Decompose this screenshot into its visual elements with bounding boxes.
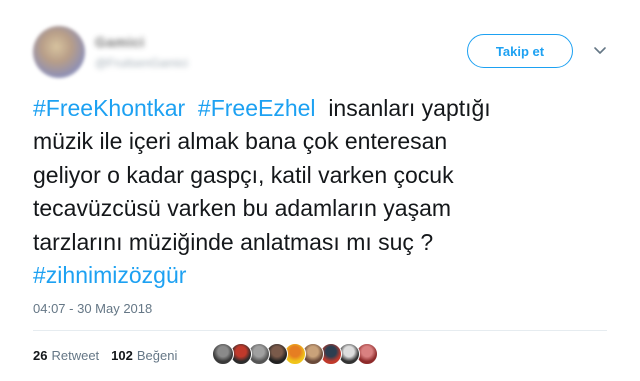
like-count[interactable]: 102 Beğeni bbox=[111, 348, 177, 363]
tweet-text: #FreeKhontkar #FreeEzhel insanları yaptı… bbox=[33, 92, 613, 292]
liker-avatar[interactable] bbox=[212, 343, 234, 365]
tweet-timestamp[interactable]: 04:07 - 30 May 2018 bbox=[33, 301, 152, 316]
tweet-text-line: müzik ile içeri almak bana çok enteresan bbox=[33, 125, 613, 158]
tweet-text-segment: tecavüzcüsü varken bu adamların yaşam bbox=[33, 195, 452, 222]
chevron-down-icon[interactable] bbox=[590, 44, 610, 58]
tweet-text-line: geliyor o kadar gaspçı, katil varken çoc… bbox=[33, 159, 613, 192]
hashtag-link[interactable]: #zihnimizözgür bbox=[33, 262, 186, 288]
tweet-header: Gamici @FruitsenGamici Takip et bbox=[33, 24, 613, 80]
retweet-count[interactable]: 26 Retweet bbox=[33, 348, 99, 363]
like-count-label: Beğeni bbox=[136, 347, 178, 363]
tweet-card: Gamici @FruitsenGamici Takip et #FreeKho… bbox=[0, 0, 640, 381]
retweet-count-label: Retweet bbox=[51, 347, 100, 363]
tweet-text-line: #FreeKhontkar #FreeEzhel insanları yaptı… bbox=[33, 92, 613, 125]
retweet-count-number: 26 bbox=[33, 347, 48, 363]
author-handle[interactable]: @FruitsenGamici bbox=[95, 56, 188, 70]
follow-button[interactable]: Takip et bbox=[467, 34, 573, 68]
tweet-text-line: tarzlarını müziğinde anlatması mı suç ? bbox=[33, 226, 613, 259]
divider bbox=[33, 330, 607, 331]
like-count-number: 102 bbox=[111, 347, 133, 363]
author-names[interactable]: Gamici @FruitsenGamici bbox=[95, 34, 188, 70]
tweet-text-segment: insanları yaptığı bbox=[315, 95, 491, 121]
tweet-text-segment: tarzlarını müziğinde anlatması mı suç ? bbox=[33, 228, 434, 255]
author-display-name[interactable]: Gamici bbox=[95, 34, 188, 50]
avatar[interactable] bbox=[33, 26, 85, 78]
tweet-text-segment: geliyor o kadar gaspçı, katil varken çoc… bbox=[33, 161, 454, 188]
tweet-text-line: #zihnimizözgür bbox=[33, 259, 613, 292]
tweet-text-segment bbox=[185, 95, 198, 121]
hashtag-link[interactable]: #FreeKhontkar bbox=[33, 95, 185, 121]
tweet-text-segment: müzik ile içeri almak bana çok enteresan bbox=[33, 128, 448, 155]
tweet-stats: 26 Retweet 102 Beğeni bbox=[33, 345, 177, 365]
hashtag-link[interactable]: #FreeEzhel bbox=[198, 95, 316, 121]
tweet-text-line: tecavüzcüsü varken bu adamların yaşam bbox=[33, 192, 613, 225]
